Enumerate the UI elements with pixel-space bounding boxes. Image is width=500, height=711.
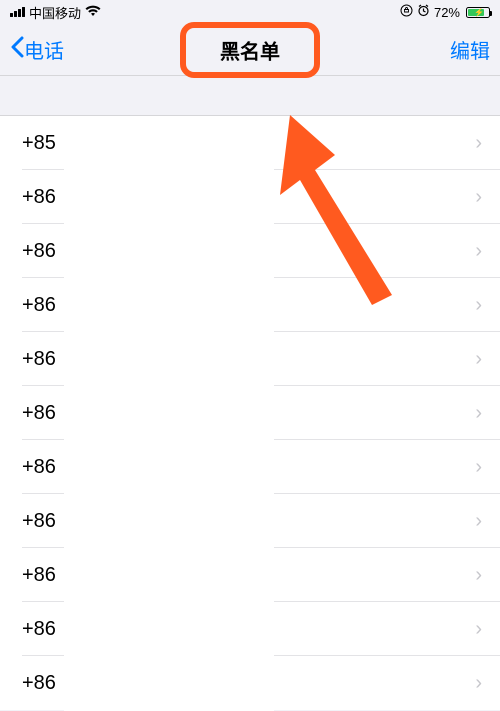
status-left: 中国移动 — [10, 3, 101, 22]
orientation-lock-icon — [400, 4, 413, 20]
phone-number: +85 — [22, 132, 56, 155]
phone-number: +86 — [22, 618, 56, 641]
list-item[interactable]: +86 › — [0, 170, 500, 224]
section-spacer — [0, 76, 500, 116]
chevron-right-icon: › — [475, 294, 482, 317]
list-item[interactable]: +86 › — [0, 224, 500, 278]
list-item[interactable]: +86 › — [0, 602, 500, 656]
chevron-right-icon: › — [475, 510, 482, 533]
list-item[interactable]: +86 › — [0, 494, 500, 548]
phone-number: +86 — [22, 402, 56, 425]
chevron-right-icon: › — [475, 672, 482, 695]
list-item[interactable]: +86 › — [0, 386, 500, 440]
status-bar: 中国移动 72% ⚡ — [0, 0, 500, 24]
phone-number: +86 — [22, 510, 56, 533]
chevron-right-icon: › — [475, 564, 482, 587]
blocklist: +85 › +86 › +86 › +86 › +86 › +86 › +86 … — [0, 116, 500, 710]
chevron-right-icon: › — [475, 132, 482, 155]
phone-number: +86 — [22, 456, 56, 479]
page-title: 黑名单 — [220, 35, 280, 64]
list-item[interactable]: +86 › — [0, 656, 500, 710]
phone-number: +86 — [22, 240, 56, 263]
chevron-right-icon: › — [475, 402, 482, 425]
phone-number: +86 — [22, 186, 56, 209]
chevron-right-icon: › — [475, 240, 482, 263]
alarm-icon — [417, 4, 430, 20]
chevron-right-icon: › — [475, 618, 482, 641]
phone-number: +86 — [22, 564, 56, 587]
back-label: 电话 — [24, 35, 64, 64]
list-item[interactable]: +86 › — [0, 548, 500, 602]
phone-number: +86 — [22, 294, 56, 317]
phone-number: +86 — [22, 348, 56, 371]
carrier-label: 中国移动 — [29, 3, 81, 22]
nav-bar: 电话 黑名单 编辑 — [0, 24, 500, 76]
chevron-right-icon: › — [475, 456, 482, 479]
list-item[interactable]: +86 › — [0, 332, 500, 386]
back-button[interactable]: 电话 — [10, 34, 64, 65]
list-item[interactable]: +86 › — [0, 440, 500, 494]
signal-icon — [10, 7, 25, 17]
list-item[interactable]: +85 › — [0, 116, 500, 170]
battery-pct: 72% — [434, 5, 460, 20]
phone-number: +86 — [22, 672, 56, 695]
edit-button[interactable]: 编辑 — [450, 35, 490, 64]
chevron-right-icon: › — [475, 348, 482, 371]
list-item[interactable]: +86 › — [0, 278, 500, 332]
status-right: 72% ⚡ — [400, 4, 490, 20]
wifi-icon — [85, 4, 101, 20]
chevron-left-icon — [10, 34, 24, 65]
battery-icon: ⚡ — [466, 7, 490, 18]
chevron-right-icon: › — [475, 186, 482, 209]
